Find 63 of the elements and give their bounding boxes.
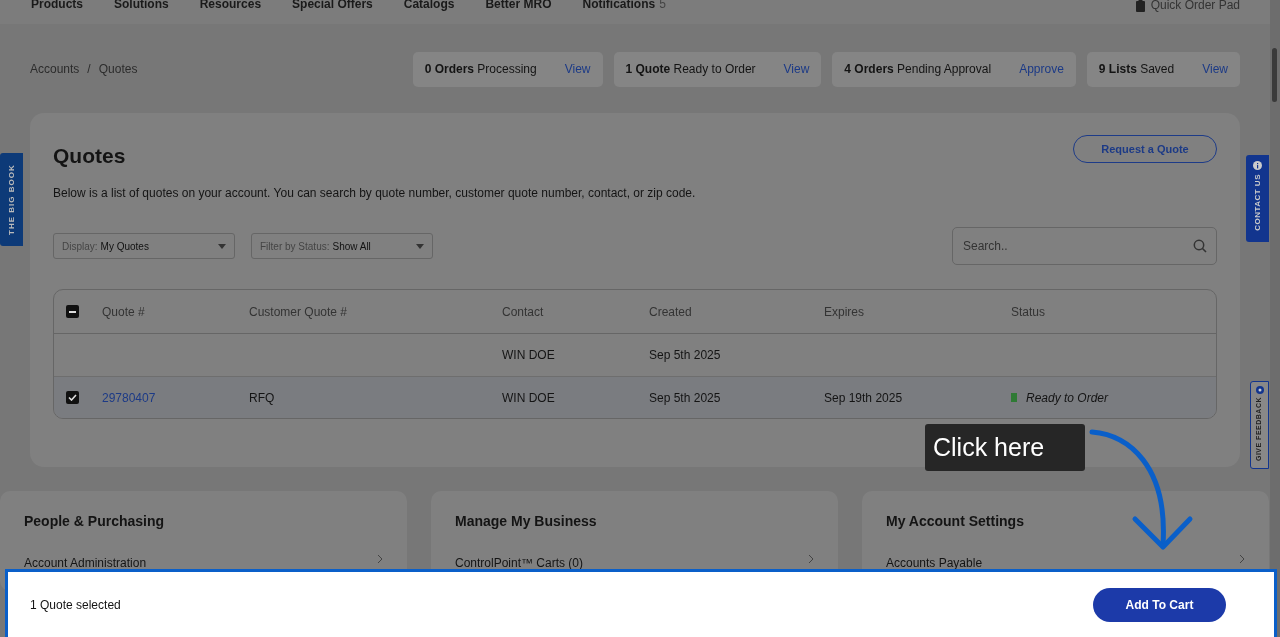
panel-link[interactable]: Account Administration	[24, 553, 147, 572]
check-icon	[68, 394, 77, 402]
chevron-icon[interactable]	[377, 553, 383, 564]
panel-link[interactable]: Accounts Payable	[886, 553, 983, 572]
panel-title: Manage My Business	[455, 513, 598, 530]
dot-icon	[1255, 386, 1264, 394]
filter-dropdown[interactable]: Display: My Quotes	[53, 233, 235, 260]
column-header: Quote #	[102, 303, 146, 321]
column-header: Status	[1011, 303, 1047, 321]
info-icon	[1253, 161, 1262, 170]
summary-link[interactable]: Approve	[1019, 60, 1064, 78]
nav-link[interactable]: Special Offers	[292, 0, 373, 9]
summary-link[interactable]: View	[1202, 60, 1228, 78]
minus-icon	[69, 310, 76, 313]
breadcrumb-separator: /	[87, 61, 91, 78]
summary-link[interactable]: View	[564, 60, 591, 78]
nav-link[interactable]: Better MRO	[485, 0, 552, 9]
breadcrumb-link[interactable]: Accounts	[30, 60, 80, 78]
summary-text: 4 Orders Pending Approval	[844, 61, 992, 78]
breadcrumb-current: Quotes	[98, 61, 138, 78]
search-icon[interactable]	[1193, 239, 1207, 254]
side-tab[interactable]: CONTACT US	[1246, 155, 1269, 242]
callout-tooltip: Click here	[925, 424, 1085, 471]
select-all-checkbox[interactable]	[66, 305, 79, 319]
quote-link[interactable]: 29780407	[102, 390, 156, 405]
side-tab[interactable]: THE BIG BOOK	[0, 153, 23, 246]
description: Below is a list of quotes on your account. You can search by quote number, customer quote number, contact, or zip code.	[53, 185, 697, 203]
summary-text: 9 Lists Saved	[1098, 61, 1175, 78]
summary-text: 1 Quote Ready to Order	[625, 61, 756, 78]
notification-count: 5	[659, 0, 666, 9]
nav-link[interactable]: Notifications	[582, 0, 656, 9]
column-header: Expires	[824, 303, 865, 321]
quick-order-link[interactable]: Quick Order Pad	[1135, 0, 1240, 12]
summary-text: 0 Orders Processing	[424, 61, 537, 78]
table-cell: WIN DOE	[502, 348, 555, 363]
selection-count: 1 Quote selected	[30, 596, 121, 614]
caret-icon[interactable]	[416, 243, 424, 249]
clipboard-icon	[1135, 0, 1145, 12]
column-header: Contact	[502, 303, 545, 321]
table-cell: WIN DOE	[502, 390, 555, 405]
table-cell: Sep 5th 2025	[649, 348, 721, 363]
column-header: Customer Quote #	[249, 303, 349, 321]
table-cell: Sep 19th 2025	[824, 390, 903, 405]
table-cell: Sep 5th 2025	[649, 390, 721, 405]
scrollbar[interactable]	[1270, 0, 1280, 637]
nav-link[interactable]: Solutions	[114, 0, 169, 9]
summary-link[interactable]: View	[783, 60, 810, 78]
column-header: Created	[649, 303, 693, 321]
nav-link[interactable]: Resources	[199, 0, 262, 9]
row-checkbox[interactable]	[66, 391, 79, 405]
panel-title: My Account Settings	[886, 513, 1025, 530]
chevron-icon[interactable]	[1239, 553, 1245, 564]
page-title: Quotes	[53, 143, 126, 169]
table-cell: RFQ	[249, 390, 275, 405]
add-to-cart-button[interactable]: Add To Cart	[1093, 587, 1226, 622]
panel-title: People & Purchasing	[24, 513, 166, 530]
panel-link[interactable]: ControlPoint™ Carts (0)	[455, 553, 584, 572]
nav-link[interactable]: Products	[31, 0, 83, 9]
chevron-icon[interactable]	[808, 553, 814, 564]
nav-link[interactable]: Catalogs	[403, 0, 455, 9]
caret-icon[interactable]	[218, 243, 226, 249]
status-text: Ready to Order	[1026, 389, 1109, 407]
search-field[interactable]: Search..	[952, 227, 1217, 266]
